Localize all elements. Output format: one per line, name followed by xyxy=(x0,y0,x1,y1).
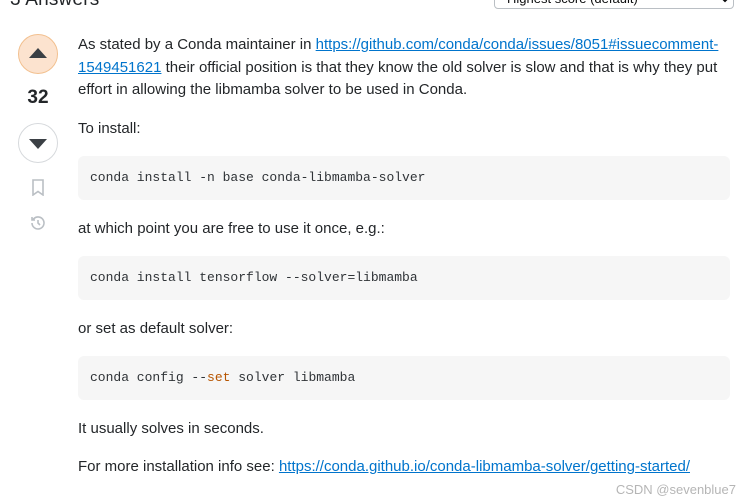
more-info-prefix: For more installation info see: xyxy=(78,458,279,475)
more-info-link[interactable]: https://conda.github.io/conda-libmamba-s… xyxy=(279,458,690,475)
sort-select[interactable]: Highest score (default) xyxy=(494,0,734,9)
vote-column: 32 xyxy=(10,34,66,495)
more-info-paragraph: For more installation info see: https://… xyxy=(78,456,730,479)
to-install-label: To install: xyxy=(78,118,730,141)
code-block-use-once: conda install tensorflow --solver=libmam… xyxy=(78,256,730,300)
vote-score: 32 xyxy=(27,84,48,113)
code-block-install: conda install -n base conda-libmamba-sol… xyxy=(78,156,730,200)
arrow-down-icon xyxy=(29,139,47,149)
code-block-set-default: conda config --set solver libmamba xyxy=(78,356,730,400)
solves-seconds: It usually solves in seconds. xyxy=(78,418,730,441)
upvote-button[interactable] xyxy=(18,34,58,74)
bookmark-icon[interactable] xyxy=(18,175,58,199)
downvote-button[interactable] xyxy=(18,123,58,163)
answers-heading: 3 Answers xyxy=(10,0,99,15)
intro-suffix: their official position is that they kno… xyxy=(78,59,717,99)
set-default-label: or set as default solver: xyxy=(78,318,730,341)
answer-body: As stated by a Conda maintainer in https… xyxy=(66,34,734,495)
arrow-up-icon xyxy=(29,48,47,58)
use-once-label: at which point you are free to use it on… xyxy=(78,218,730,241)
intro-paragraph: As stated by a Conda maintainer in https… xyxy=(78,34,730,102)
history-icon[interactable] xyxy=(18,211,58,235)
intro-prefix: As stated by a Conda maintainer in xyxy=(78,36,316,53)
